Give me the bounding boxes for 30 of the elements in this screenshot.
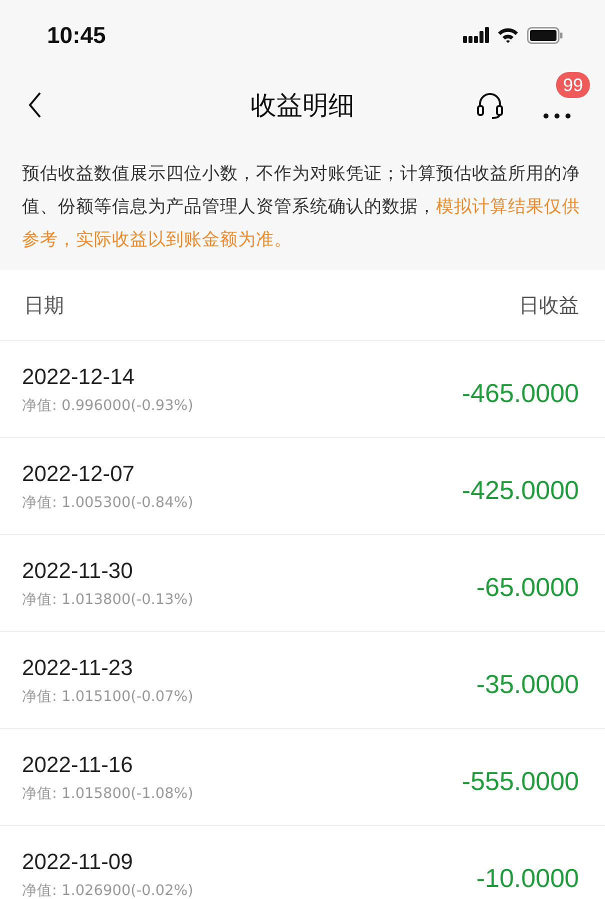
net-value-text: 净值: 1.015100(-0.07%)	[22, 688, 194, 706]
date-text: 2022-12-14	[22, 364, 136, 390]
back-icon[interactable]	[28, 92, 42, 118]
net-value-text: 净值: 1.013800(-0.13%)	[22, 590, 194, 608]
income-value: -465.0000	[462, 376, 579, 408]
date-text: 2022-12-07	[22, 460, 136, 486]
date-text: 2022-11-09	[22, 848, 134, 874]
signal-icon	[463, 27, 489, 43]
income-value: -10.0000	[476, 862, 579, 894]
net-value-text: 净值: 1.005300(-0.84%)	[22, 494, 194, 512]
wifi-icon	[497, 27, 519, 43]
headset-icon[interactable]	[475, 90, 505, 120]
net-value-text: 净值: 1.015800(-1.08%)	[22, 784, 194, 802]
date-text: 2022-11-23	[22, 654, 134, 680]
battery-icon	[527, 26, 563, 44]
income-value: -555.0000	[462, 764, 579, 796]
net-value-text: 净值: 0.996000(-0.93%)	[22, 396, 194, 414]
status-time: 10:45	[47, 22, 106, 48]
column-header: 日收益	[519, 292, 579, 318]
notice-text: 预估收益数值展示四位小数，不作为对账凭证；计算预估收益所用的净值、份额等信息为产品管理人资管系统确认的数据，模拟计算结果仅供参考，实际收益以到账金额为准。	[22, 163, 581, 252]
column-header: 日期	[24, 292, 64, 318]
date-text: 2022-11-30	[22, 558, 134, 584]
page-title: 收益明细	[250, 90, 354, 122]
notification-badge: 99	[556, 72, 590, 98]
income-value: -35.0000	[476, 668, 579, 700]
income-value: -65.0000	[476, 570, 579, 602]
net-value-text: 净值: 1.026900(-0.02%)	[22, 882, 194, 899]
date-text: 2022-11-16	[22, 752, 134, 778]
income-value: -425.0000	[462, 474, 579, 506]
more-icon[interactable]	[543, 113, 571, 119]
